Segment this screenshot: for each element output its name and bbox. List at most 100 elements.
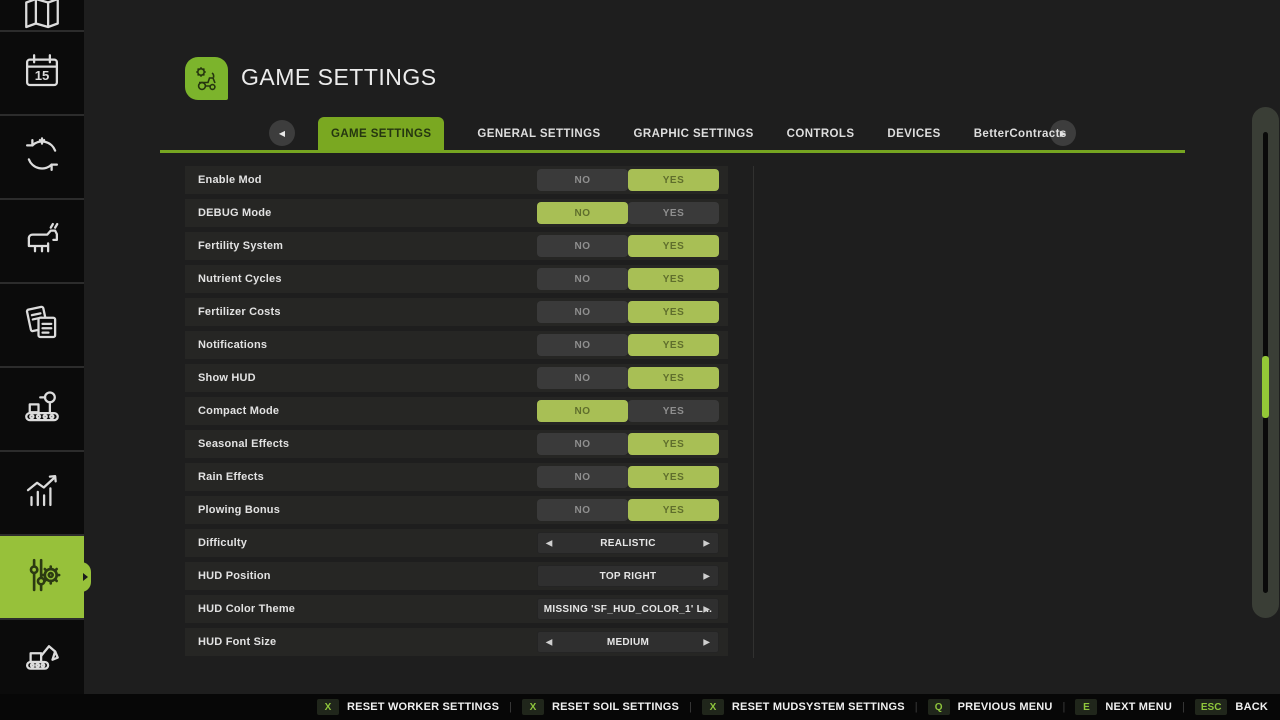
sidebar-item-animals[interactable] <box>0 200 84 282</box>
toggle-yes-button[interactable]: YES <box>628 334 719 356</box>
toggle-yes-button[interactable]: YES <box>628 169 719 191</box>
yes-no-toggle: NOYES <box>537 367 719 389</box>
select-current-option: MISSING 'SF_HUD_COLOR_1' L... <box>544 604 712 615</box>
yes-no-toggle: NOYES <box>537 235 719 257</box>
toggle-no-button[interactable]: NO <box>537 499 628 521</box>
sidebar-item-calendar[interactable]: 15 <box>0 32 84 114</box>
select-value[interactable]: ◀ MEDIUM ▶ <box>537 631 719 653</box>
yes-no-toggle: NOYES <box>537 202 719 224</box>
keybind-reset-soil-settings[interactable]: X RESET SOIL SETTINGS <box>522 699 679 715</box>
keybind-back[interactable]: ESCBACK <box>1195 699 1268 715</box>
select-value[interactable]: MISSING 'SF_HUD_COLOR_1' L...▶ <box>537 598 719 620</box>
yes-no-toggle: NOYES <box>537 466 719 488</box>
sidebar-item-construction[interactable] <box>0 620 84 694</box>
tab-devices[interactable]: DEVICES <box>887 117 940 150</box>
select-next-arrow-icon[interactable]: ▶ <box>704 605 710 614</box>
key-badge: X <box>522 699 544 715</box>
active-item-pointer <box>75 562 91 592</box>
setting-label: Fertility System <box>198 240 283 252</box>
toggle-no-button[interactable]: NO <box>537 169 628 191</box>
toggle-yes-button[interactable]: YES <box>628 235 719 257</box>
yes-no-toggle: NOYES <box>537 301 719 323</box>
toggle-yes-button[interactable]: YES <box>628 466 719 488</box>
keybind-label: RESET WORKER SETTINGS <box>347 701 499 713</box>
toggle-no-button[interactable]: NO <box>537 268 628 290</box>
scrollbar-thumb[interactable] <box>1262 356 1269 418</box>
tab-controls[interactable]: CONTROLS <box>787 117 855 150</box>
toggle-yes-button[interactable]: YES <box>628 202 719 224</box>
toggle-no-button[interactable]: NO <box>537 367 628 389</box>
setting-row: NotificationsNOYES <box>185 331 728 359</box>
toggle-no-button[interactable]: NO <box>537 334 628 356</box>
select-current-option: TOP RIGHT <box>600 571 657 582</box>
separator: | <box>509 701 512 713</box>
separator: | <box>915 701 918 713</box>
setting-row: Seasonal Effects NOYES <box>185 430 728 458</box>
toggle-no-button[interactable]: NO <box>537 235 628 257</box>
select-next-arrow-icon[interactable]: ▶ <box>704 539 710 548</box>
keybind-label: RESET SOIL SETTINGS <box>552 701 679 713</box>
select-current-option: REALISTIC <box>600 538 655 549</box>
select-prev-arrow-icon[interactable]: ◀ <box>546 539 552 548</box>
toggle-no-button[interactable]: NO <box>537 400 628 422</box>
yes-no-toggle: NOYES <box>537 499 719 521</box>
setting-label: HUD Position <box>198 570 271 582</box>
tab-graphic-settings[interactable]: GRAPHIC SETTINGS <box>634 117 754 150</box>
settings-list: Enable ModNOYESDEBUG ModeNOYESFertility … <box>185 166 728 661</box>
sidebar-item-map[interactable] <box>0 0 84 30</box>
toggle-no-button[interactable]: NO <box>537 433 628 455</box>
keybind-label: RESET MUDSYSTEM SETTINGS <box>732 701 905 713</box>
yes-no-toggle: NOYES <box>537 268 719 290</box>
toggle-yes-button[interactable]: YES <box>628 268 719 290</box>
setting-row: HUD Font Size ◀ MEDIUM ▶ <box>185 628 728 656</box>
toggle-no-button[interactable]: NO <box>537 202 628 224</box>
tab-bettercontracts[interactable]: BetterContracts <box>974 117 1067 150</box>
toggle-no-button[interactable]: NO <box>537 466 628 488</box>
select-value[interactable]: ◀ REALISTIC ▶ <box>537 532 719 554</box>
sidebar-item-crop-rotation[interactable] <box>0 116 84 198</box>
sidebar-item-game-settings[interactable] <box>0 536 84 618</box>
sidebar-item-statistics[interactable] <box>0 452 84 534</box>
setting-label: HUD Font Size <box>198 636 276 648</box>
tractor-gear-icon <box>191 63 223 95</box>
setting-row: DEBUG ModeNOYES <box>185 199 728 227</box>
select-value[interactable]: TOP RIGHT ▶ <box>537 565 719 587</box>
keybind-reset-worker-settings[interactable]: X RESET WORKER SETTINGS <box>317 699 499 715</box>
select-prev-arrow-icon[interactable]: ◀ <box>546 638 552 647</box>
production-icon <box>21 386 63 433</box>
calendar-icon: 15 <box>21 50 63 97</box>
tab-game-settings[interactable]: GAME SETTINGS <box>318 117 444 150</box>
toggle-yes-button[interactable]: YES <box>628 301 719 323</box>
setting-row: Fertilizer CostsNOYES <box>185 298 728 326</box>
select-current-option: MEDIUM <box>607 637 649 648</box>
yes-no-toggle: NOYES <box>537 400 719 422</box>
toggle-yes-button[interactable]: YES <box>628 433 719 455</box>
setting-label: Nutrient Cycles <box>198 273 282 285</box>
scrollbar-track[interactable] <box>1263 132 1268 593</box>
toggle-yes-button[interactable]: YES <box>628 400 719 422</box>
keybind-reset-mudsystem-settings[interactable]: XRESET MUDSYSTEM SETTINGS <box>702 699 905 715</box>
key-badge: X <box>317 699 339 715</box>
game-settings-icon <box>21 554 63 601</box>
select-next-arrow-icon[interactable]: ▶ <box>704 572 710 581</box>
key-badge: ESC <box>1195 699 1228 715</box>
tabs-scroll-left-button[interactable]: ◀ <box>269 120 295 146</box>
toggle-yes-button[interactable]: YES <box>628 367 719 389</box>
sidebar-item-contracts[interactable] <box>0 284 84 366</box>
keybind-next-menu[interactable]: ENEXT MENU <box>1075 699 1172 715</box>
setting-row: Difficulty◀REALISTIC▶ <box>185 529 728 557</box>
tab-general-settings[interactable]: GENERAL SETTINGS <box>477 117 600 150</box>
setting-row: Plowing BonusNOYES <box>185 496 728 524</box>
keybind-bar: X RESET WORKER SETTINGS | X RESET SOIL SETTI… <box>0 694 1280 720</box>
keybind-previous-menu[interactable]: QPREVIOUS MENU <box>928 699 1053 715</box>
toggle-no-button[interactable]: NO <box>537 301 628 323</box>
option-select: ◀ REALISTIC ▶ <box>537 532 719 554</box>
setting-label: Show HUD <box>198 372 256 384</box>
sidebar: 15 <box>0 0 84 694</box>
select-next-arrow-icon[interactable]: ▶ <box>704 638 710 647</box>
page-title: GAME SETTINGS <box>241 64 437 91</box>
sidebar-item-production[interactable] <box>0 368 84 450</box>
toggle-yes-button[interactable]: YES <box>628 499 719 521</box>
statistics-icon <box>21 470 63 517</box>
setting-label: Seasonal Effects <box>198 438 289 450</box>
